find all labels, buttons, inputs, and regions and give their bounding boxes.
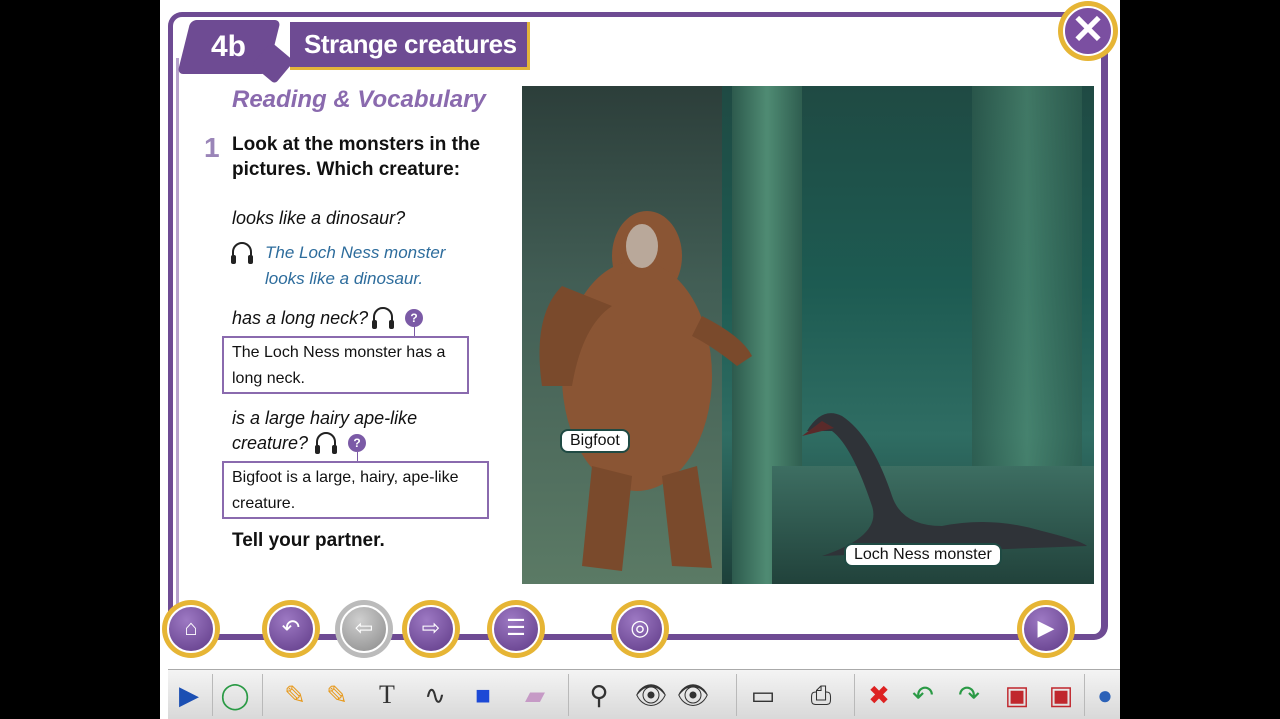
closing-instruction: Tell your partner. xyxy=(232,530,385,551)
annotation-toolbar: ▶ ◯ ✎ ✎ T ∿ ■ ▰ ⚲ 👁 👁 ▭ ⎙ ✖ ↶ ↷ ▣ ▣ ● xyxy=(168,669,1120,719)
undo-button[interactable]: ↶ xyxy=(906,678,940,712)
frame-inner-line xyxy=(176,58,179,623)
expand-toolbar-button[interactable]: ▶ xyxy=(172,678,206,712)
shape-tool[interactable]: ■ xyxy=(466,678,500,712)
expand-icon: ▶ xyxy=(179,680,199,710)
separator xyxy=(262,674,263,716)
audio-headphones-icon[interactable] xyxy=(371,305,395,331)
reveal-tool[interactable]: 👁 xyxy=(634,678,668,712)
video-button[interactable]: ▶ xyxy=(1017,600,1075,658)
back-button[interactable]: ↶ xyxy=(262,600,320,658)
shape-icon: ■ xyxy=(475,680,491,710)
show-answer-button[interactable]: ? xyxy=(348,434,366,452)
loch-ness-label: Loch Ness monster xyxy=(844,543,1002,567)
hide-tool[interactable]: 👁 xyxy=(676,678,710,712)
hide-icon: 👁 xyxy=(676,680,710,710)
notes-icon: ▭ xyxy=(750,680,776,710)
notes-tool[interactable]: ▭ xyxy=(746,678,780,712)
loch-ness-figure xyxy=(802,413,1087,556)
unit-title: Strange creatures xyxy=(290,22,530,70)
save-icon: ▣ xyxy=(1004,680,1030,710)
web-icon: ● xyxy=(1097,680,1113,710)
lasso-icon: ◯ xyxy=(220,680,250,710)
page: 4b Strange creatures ✕ Reading & Vocabul… xyxy=(160,0,1120,719)
next-icon: ⇨ xyxy=(407,605,455,653)
creatures-art xyxy=(539,211,1087,571)
separator xyxy=(1084,674,1085,716)
contents-button[interactable]: ☰ xyxy=(487,600,545,658)
example-answer: The Loch Ness monster looks like a dinos… xyxy=(265,243,446,288)
print-icon: ⎙ xyxy=(810,680,832,710)
question-2: has a long neck? xyxy=(232,308,369,328)
eraser-icon: ▰ xyxy=(525,680,545,710)
eraser-tool[interactable]: ▰ xyxy=(518,678,552,712)
monster-illustration: Bigfoot Loch Ness monster xyxy=(522,86,1094,584)
curve-icon: ∿ xyxy=(424,680,446,710)
answer-connector xyxy=(414,327,415,336)
unit-number: 4b xyxy=(211,30,247,63)
save-as-button[interactable]: ▣ xyxy=(1044,678,1078,712)
question-1: looks like a dinosaur? xyxy=(232,208,406,228)
home-button[interactable]: ⌂ xyxy=(162,600,220,658)
separator xyxy=(212,674,213,716)
bigfoot-figure xyxy=(539,211,752,571)
separator xyxy=(736,674,737,716)
web-button[interactable]: ● xyxy=(1088,678,1120,712)
text-icon: T xyxy=(379,680,395,709)
redo-button[interactable]: ↷ xyxy=(952,678,986,712)
reveal-icon: 👁 xyxy=(634,680,668,710)
zoom-tool[interactable]: ⚲ xyxy=(582,678,616,712)
save-button[interactable]: ▣ xyxy=(1000,678,1034,712)
home-icon: ⌂ xyxy=(167,605,215,653)
highlighter-icon: ✎ xyxy=(326,680,348,710)
exercise-prompt: Look at the monsters in the pictures. Wh… xyxy=(232,134,481,180)
exercise-number: 1 xyxy=(204,132,220,163)
answer-connector xyxy=(357,452,358,461)
separator xyxy=(854,674,855,716)
menu-icon: ☰ xyxy=(492,605,540,653)
answer-box: Bigfoot is a large, hairy, ape-like crea… xyxy=(222,461,489,519)
save-as-icon: ▣ xyxy=(1048,680,1074,710)
curve-tool[interactable]: ∿ xyxy=(418,678,452,712)
zoom-icon: ⚲ xyxy=(589,680,609,710)
section-title: Reading & Vocabulary xyxy=(232,86,486,113)
video-icon: ▶ xyxy=(1022,605,1070,653)
text-tool[interactable]: T xyxy=(370,678,404,712)
pencil-tool[interactable]: ✎ xyxy=(278,678,312,712)
undo-icon: ↶ xyxy=(912,680,934,710)
unit-header: 4b Strange creatures xyxy=(170,10,530,85)
redo-icon: ↷ xyxy=(958,680,980,710)
close-icon: ✕ xyxy=(1063,6,1113,56)
show-answer-button[interactable]: ? xyxy=(405,309,423,327)
previous-icon: ⇦ xyxy=(340,605,388,653)
answer-box: The Loch Ness monster has a long neck. xyxy=(222,336,469,394)
audio-headphones-icon[interactable] xyxy=(230,240,254,266)
next-page-button[interactable]: ⇨ xyxy=(402,600,460,658)
audio-headphones-icon[interactable] xyxy=(314,430,338,456)
bigfoot-label: Bigfoot xyxy=(560,429,630,453)
lasso-tool[interactable]: ◯ xyxy=(218,678,252,712)
clear-icon: ✖ xyxy=(868,680,890,710)
highlighter-tool[interactable]: ✎ xyxy=(320,678,354,712)
audio-icon: ◎ xyxy=(616,605,664,653)
separator xyxy=(568,674,569,716)
print-button[interactable]: ⎙ xyxy=(804,678,838,712)
close-button[interactable]: ✕ xyxy=(1058,1,1118,61)
pencil-icon: ✎ xyxy=(284,680,306,710)
previous-page-button[interactable]: ⇦ xyxy=(335,600,393,658)
clear-button[interactable]: ✖ xyxy=(862,678,896,712)
audio-button[interactable]: ◎ xyxy=(611,600,669,658)
back-icon: ↶ xyxy=(267,605,315,653)
